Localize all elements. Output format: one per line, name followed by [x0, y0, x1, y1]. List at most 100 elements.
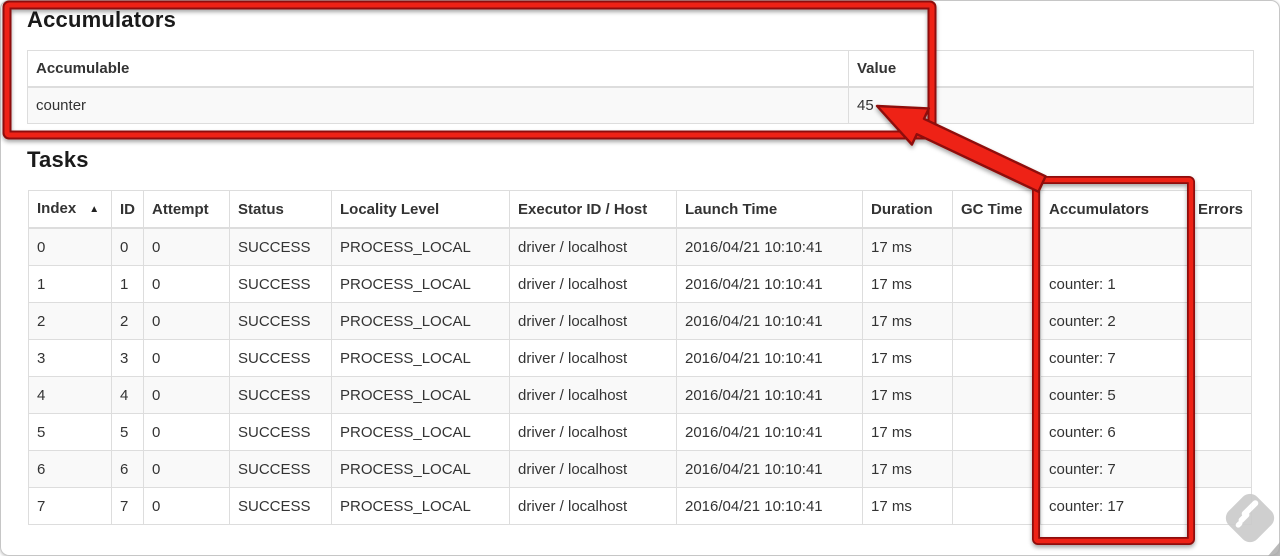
table-cell: SUCCESS: [229, 487, 332, 525]
table-cell: 17 ms: [862, 487, 953, 525]
table-cell: 17 ms: [862, 376, 953, 414]
table-cell: 17 ms: [862, 413, 953, 451]
table-cell: 0: [28, 227, 112, 266]
table-cell: 17 ms: [862, 302, 953, 340]
table-cell: counter: 5: [1040, 376, 1190, 414]
table-cell: 0: [143, 450, 230, 488]
table-cell: 3: [111, 339, 144, 377]
table-cell: [1189, 487, 1252, 525]
table-cell: driver / localhost: [509, 339, 677, 377]
table-cell: [952, 302, 1041, 340]
table-cell: SUCCESS: [229, 376, 332, 414]
table-cell: driver / localhost: [509, 302, 677, 340]
table-cell: 0: [143, 376, 230, 414]
table-cell: PROCESS_LOCAL: [331, 376, 510, 414]
table-cell: counter: 7: [1040, 339, 1190, 377]
table-cell: 0: [143, 265, 230, 303]
tasks-heading: Tasks: [27, 147, 89, 172]
table-cell: PROCESS_LOCAL: [331, 339, 510, 377]
cursor-artifact-icon: [1268, 542, 1280, 556]
table-cell: 6: [111, 450, 144, 488]
tasks-table: Index ▲ ID Attempt Status Locality Level Execu…: [28, 190, 1252, 525]
table-cell: PROCESS_LOCAL: [331, 450, 510, 488]
table-cell: [952, 227, 1041, 266]
table-row: 1 1 0 SUCCESS PROCESS_LOCAL driver / localhos…: [28, 265, 1252, 303]
sort-ascending-icon: ▲: [89, 204, 100, 215]
table-cell: 4: [28, 376, 112, 414]
table-cell: 45: [848, 86, 1254, 124]
table-cell: 3: [28, 339, 112, 377]
table-row: 3 3 0 SUCCESS PROCESS_LOCAL driver / localhos…: [28, 339, 1252, 377]
table-cell: SUCCESS: [229, 413, 332, 451]
table-cell: 6: [28, 450, 112, 488]
table-row: 2 2 0 SUCCESS PROCESS_LOCAL driver / localhos…: [28, 302, 1252, 340]
column-header-status[interactable]: Status: [229, 190, 332, 229]
table-row: counter 45: [27, 86, 1254, 124]
table-cell: [1189, 227, 1252, 266]
column-header-gc-time[interactable]: GC Time: [952, 190, 1041, 229]
table-cell: [1189, 265, 1252, 303]
table-cell: SUCCESS: [229, 265, 332, 303]
table-row: 0 0 0 SUCCESS PROCESS_LOCAL driver / localhos…: [28, 227, 1252, 266]
column-header-errors[interactable]: Errors: [1189, 190, 1252, 229]
table-cell: 1: [111, 265, 144, 303]
table-cell: PROCESS_LOCAL: [331, 265, 510, 303]
accumulators-table-body: counter 45: [27, 86, 1254, 124]
table-cell: counter: 7: [1040, 450, 1190, 488]
table-row: 5 5 0 SUCCESS PROCESS_LOCAL driver / localhos…: [28, 413, 1252, 451]
table-cell: 2016/04/21 10:10:41: [676, 450, 863, 488]
table-cell: PROCESS_LOCAL: [331, 487, 510, 525]
table-cell: [952, 339, 1041, 377]
table-cell: 2016/04/21 10:10:41: [676, 227, 863, 266]
table-cell: [1189, 339, 1252, 377]
table-cell: driver / localhost: [509, 413, 677, 451]
table-cell: 2016/04/21 10:10:41: [676, 302, 863, 340]
table-cell: PROCESS_LOCAL: [331, 227, 510, 266]
column-header-value[interactable]: Value: [848, 50, 1254, 88]
table-cell: driver / localhost: [509, 376, 677, 414]
table-cell: [952, 487, 1041, 525]
table-cell: 17 ms: [862, 450, 953, 488]
column-header-duration[interactable]: Duration: [862, 190, 953, 229]
column-header-index[interactable]: Index ▲: [28, 190, 112, 229]
table-cell: 4: [111, 376, 144, 414]
table-row: 4 4 0 SUCCESS PROCESS_LOCAL driver / localhos…: [28, 376, 1252, 414]
table-cell: 0: [143, 487, 230, 525]
column-header-locality-level[interactable]: Locality Level: [331, 190, 510, 229]
table-cell: 17 ms: [862, 265, 953, 303]
table-cell: [1189, 450, 1252, 488]
table-cell: [952, 413, 1041, 451]
table-cell: [952, 450, 1041, 488]
table-cell: 0: [143, 413, 230, 451]
table-cell: 1: [28, 265, 112, 303]
table-cell: [952, 376, 1041, 414]
table-cell: 2016/04/21 10:10:41: [676, 265, 863, 303]
table-cell: counter: 1: [1040, 265, 1190, 303]
table-cell: [1040, 227, 1190, 266]
table-cell: 0: [143, 339, 230, 377]
column-header-executor-id-host[interactable]: Executor ID / Host: [509, 190, 677, 229]
table-cell: [952, 265, 1041, 303]
column-header-launch-time[interactable]: Launch Time: [676, 190, 863, 229]
table-cell: 2: [111, 302, 144, 340]
table-cell: counter: [27, 86, 849, 124]
table-cell: SUCCESS: [229, 450, 332, 488]
table-row: 7 7 0 SUCCESS PROCESS_LOCAL driver / localhos…: [28, 487, 1252, 525]
table-cell: 7: [111, 487, 144, 525]
column-header-accumulable[interactable]: Accumulable: [27, 50, 849, 88]
column-header-attempt[interactable]: Attempt: [143, 190, 230, 229]
table-cell: SUCCESS: [229, 302, 332, 340]
table-cell: 2016/04/21 10:10:41: [676, 487, 863, 525]
column-header-id[interactable]: ID: [111, 190, 144, 229]
table-cell: [1189, 413, 1252, 451]
table-cell: 5: [28, 413, 112, 451]
accumulators-table: Accumulable Value counter 45: [27, 50, 1254, 124]
table-cell: 0: [143, 302, 230, 340]
table-cell: driver / localhost: [509, 265, 677, 303]
table-cell: counter: 17: [1040, 487, 1190, 525]
column-header-accumulators[interactable]: Accumulators: [1040, 190, 1190, 229]
table-cell: 7: [28, 487, 112, 525]
table-cell: [1189, 302, 1252, 340]
table-cell: counter: 6: [1040, 413, 1190, 451]
table-cell: PROCESS_LOCAL: [331, 413, 510, 451]
